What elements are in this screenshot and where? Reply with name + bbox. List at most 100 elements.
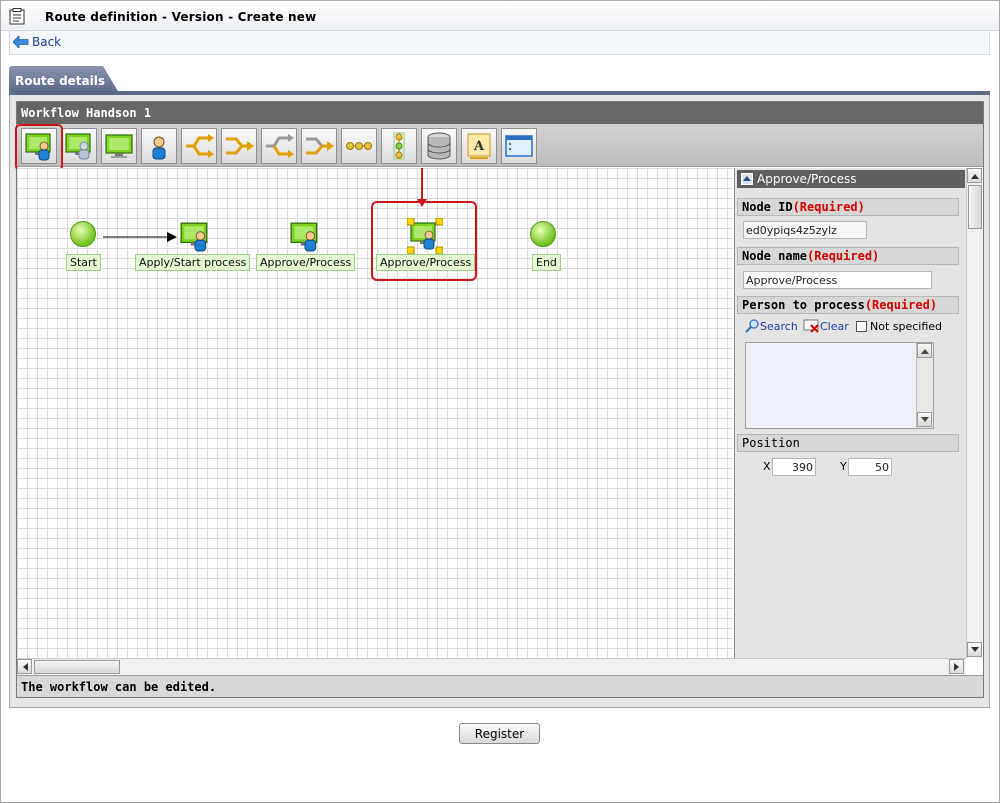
text-label-icon: A — [467, 133, 491, 159]
svg-text:A: A — [473, 139, 485, 154]
x-input[interactable]: 390 — [772, 458, 816, 476]
tool-branch-merge[interactable] — [181, 128, 217, 164]
collapse-icon[interactable] — [741, 173, 753, 185]
clear-link[interactable]: Clear — [803, 319, 849, 333]
branch-arrow-icon — [266, 134, 294, 158]
scroll-down-button[interactable] — [967, 642, 982, 657]
tool-split[interactable] — [221, 128, 257, 164]
multi-user-node-icon — [65, 133, 91, 160]
checkbox-box[interactable] — [856, 321, 867, 332]
user-node-icon — [290, 222, 318, 252]
node-label-approve-1: Approve/Process — [256, 254, 356, 271]
search-label: Search — [760, 319, 798, 333]
workflow-canvas[interactable]: Start Apply/Start process Approve/Proces… — [17, 168, 733, 658]
tab-route-details[interactable]: Route details — [9, 66, 119, 93]
end-circle-icon — [530, 221, 556, 247]
node-end[interactable] — [529, 220, 557, 251]
branch-merge-icon — [186, 134, 214, 158]
person-label-text: Person to process — [742, 298, 865, 312]
back-label: Back — [32, 35, 62, 49]
arrow-down-icon — [921, 417, 929, 422]
tool-system-node[interactable] — [101, 128, 137, 164]
person-required: (Required) — [864, 298, 938, 312]
scroll-right-button[interactable] — [949, 659, 964, 674]
node-id-field: ed0ypiqs4z5zylz — [743, 221, 867, 239]
person-label: Person to process(Required) — [737, 296, 959, 314]
horizontal-scrollbar[interactable] — [17, 658, 966, 675]
workflow-title: Workflow Handson 1 — [17, 102, 983, 124]
node-apply[interactable] — [179, 220, 211, 255]
node-approve-1[interactable] — [289, 220, 321, 255]
back-arrow-icon — [13, 36, 29, 48]
title-bar: Route definition - Version - Create new — [1, 1, 999, 31]
node-name-required: (Required) — [807, 249, 880, 263]
tool-highlight-box — [15, 124, 63, 171]
node-id-label: Node ID(Required) — [737, 198, 959, 216]
selected-user-node-icon — [406, 217, 444, 255]
vertical-scroll-thumb[interactable] — [968, 185, 982, 229]
node-label-apply: Apply/Start process — [135, 254, 251, 271]
person-list[interactable] — [745, 342, 934, 429]
node-start[interactable] — [69, 220, 97, 251]
search-icon — [745, 319, 759, 333]
back-bar: Back — [9, 31, 990, 55]
node-name-input[interactable]: Approve/Process — [743, 271, 932, 289]
canvas-overlay — [103, 168, 477, 281]
scroll-left-button[interactable] — [17, 659, 32, 674]
property-panel-title: Approve/Process — [757, 172, 857, 186]
property-panel-header: Approve/Process — [737, 170, 965, 188]
node-id-required: (Required) — [792, 200, 865, 214]
scroll-up-button[interactable] — [967, 168, 982, 183]
y-input[interactable]: 50 — [848, 458, 892, 476]
vertical-scrollbar[interactable] — [966, 168, 983, 658]
tool-vertical-chain[interactable] — [381, 128, 417, 164]
clear-label: Clear — [820, 319, 849, 333]
database-icon — [427, 132, 451, 160]
arrow-right-icon — [954, 663, 959, 671]
arrow-up-icon — [921, 349, 929, 354]
tab-label: Route details — [15, 74, 106, 88]
tool-branch[interactable] — [261, 128, 297, 164]
connector-arrowhead — [167, 232, 177, 242]
list-scroll-up[interactable] — [917, 343, 932, 358]
not-specified-checkbox[interactable]: Not specified — [856, 320, 942, 333]
arrow-left-icon — [23, 663, 28, 671]
system-node-icon — [105, 134, 133, 158]
search-link[interactable]: Search — [745, 319, 798, 333]
node-label-approve-2: Approve/Process — [376, 254, 476, 271]
node-toolbar: A — [15, 124, 983, 171]
tool-join[interactable] — [301, 128, 337, 164]
register-button[interactable]: Register — [459, 723, 540, 744]
tool-database[interactable] — [421, 128, 457, 164]
person-list-scrollbar[interactable] — [916, 343, 933, 428]
tool-person[interactable] — [141, 128, 177, 164]
node-approve-2[interactable] — [406, 217, 444, 257]
tool-multi-user-node[interactable] — [61, 128, 97, 164]
node-name-label: Node name(Required) — [737, 247, 959, 265]
person-icon — [152, 136, 166, 160]
tool-form[interactable] — [501, 128, 537, 164]
route-panel: Workflow Handson 1 A Start Apply/Start p… — [9, 95, 990, 708]
position-label: Position — [737, 434, 959, 452]
node-label-end: End — [532, 254, 561, 271]
join-arrow-icon — [306, 137, 334, 155]
list-scroll-down[interactable] — [917, 412, 932, 427]
start-circle-icon — [70, 221, 96, 247]
y-label: Y — [840, 460, 847, 473]
chain-dots-icon — [346, 142, 372, 150]
node-name-label-text: Node name — [742, 249, 808, 263]
tool-text[interactable]: A — [461, 128, 497, 164]
node-label-start: Start — [66, 254, 101, 271]
tool-chain[interactable] — [341, 128, 377, 164]
horizontal-scroll-thumb[interactable] — [34, 660, 120, 674]
back-link[interactable]: Back — [13, 35, 61, 49]
vertical-chain-icon — [393, 132, 405, 160]
node-id-label-text: Node ID — [742, 200, 793, 214]
clear-icon — [803, 319, 819, 333]
workflow-editor: Workflow Handson 1 A Start Apply/Start p… — [15, 101, 984, 698]
clipboard-icon — [9, 8, 25, 25]
form-window-icon — [505, 135, 533, 157]
arrow-up-icon — [971, 174, 979, 179]
x-label: X — [763, 460, 771, 473]
property-panel: Approve/Process Node ID(Required) ed0ypi… — [734, 168, 966, 658]
